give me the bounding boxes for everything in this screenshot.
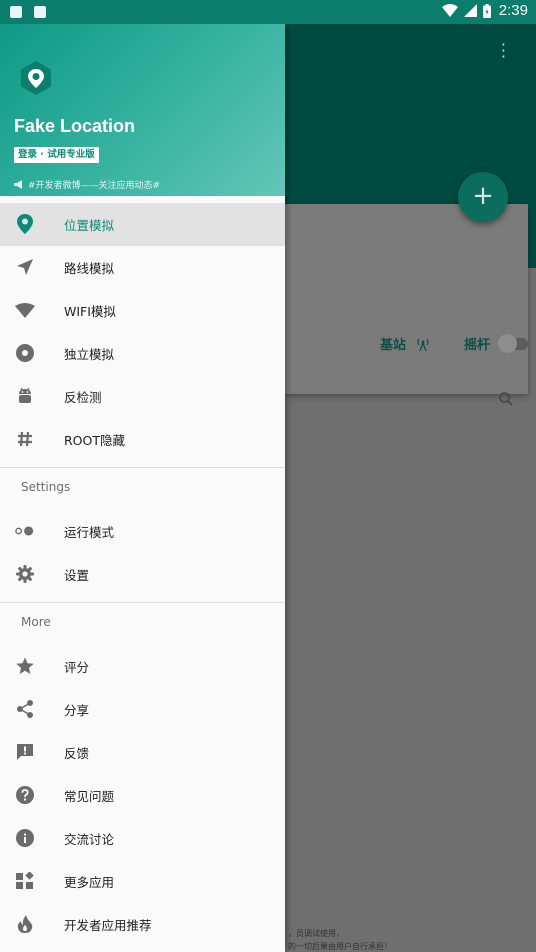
nav-item-label: 路线模拟	[64, 261, 115, 276]
android-icon	[15, 386, 35, 406]
nav-item-wifi-simulation[interactable]: WIFI模拟	[0, 289, 285, 332]
nav-item-label: 评分	[64, 660, 90, 675]
nav-item-label: WIFI模拟	[64, 304, 116, 319]
drawer-header: Fake Location 登录 · 试用专业版 #开发者微博——关注应用动态#	[0, 24, 285, 196]
feedback-icon	[15, 742, 35, 762]
nav-item-share[interactable]: 分享	[0, 688, 285, 731]
notification-icon	[10, 6, 22, 18]
nav-item-rate[interactable]: 评分	[0, 645, 285, 688]
nav-item-settings[interactable]: 设置	[0, 553, 285, 596]
nav-item-developer-apps[interactable]: 开发者应用推荐	[0, 903, 285, 946]
more-section-header: More	[21, 615, 51, 629]
location-pin-icon	[15, 214, 35, 234]
toggle-dots-icon	[15, 521, 35, 541]
nav-item-label: 运行模式	[64, 525, 115, 540]
nav-item-label: 分享	[64, 703, 90, 718]
gear-icon	[15, 564, 35, 584]
status-bar: 2:39	[0, 0, 536, 24]
nav-item-label: 开发者应用推荐	[64, 918, 152, 933]
flame-icon	[15, 914, 35, 934]
nav-item-label: 位置模拟	[64, 218, 115, 233]
navigation-drawer: Fake Location 登录 · 试用专业版 #开发者微博——关注应用动态#…	[0, 24, 285, 952]
nav-item-more-apps[interactable]: 更多应用	[0, 860, 285, 903]
megaphone-icon	[14, 180, 22, 189]
nav-item-discussion[interactable]: 交流讨论	[0, 817, 285, 860]
notification-a-icon	[34, 6, 46, 18]
widgets-icon	[15, 871, 35, 891]
nav-item-label: 交流讨论	[64, 832, 115, 847]
nav-item-independent-simulation[interactable]: 独立模拟	[0, 332, 285, 375]
joystick-toggle	[498, 333, 529, 353]
app-logo-icon[interactable]	[18, 60, 54, 96]
wifi-status-icon	[441, 4, 458, 17]
add-fab-button: +	[458, 172, 508, 222]
share-icon	[15, 699, 35, 719]
nav-item-location-simulation[interactable]: 位置模拟	[0, 203, 285, 246]
antenna-icon	[417, 338, 429, 351]
hash-icon	[15, 429, 35, 449]
nav-item-label: ROOT隐藏	[64, 433, 125, 448]
nav-item-label: 设置	[64, 568, 90, 583]
developer-weibo-link[interactable]: #开发者微博——关注应用动态#	[14, 178, 160, 191]
drawer-menu: 位置模拟 路线模拟 WIFI模拟 独立模拟 反检测 ROOT隐藏 Setting…	[0, 203, 285, 946]
search-icon	[499, 392, 513, 406]
nav-item-label: 更多应用	[64, 875, 115, 890]
login-badge[interactable]: 登录 · 试用专业版	[14, 147, 99, 163]
background-controls: 基站 摇杆	[380, 333, 529, 353]
nav-item-faq[interactable]: 常见问题	[0, 774, 285, 817]
app-name: Fake Location	[14, 116, 136, 136]
disc-icon	[15, 343, 35, 363]
disclaimer-text: ，员调试使用， 的一切后果由用户自行承担！	[288, 927, 392, 952]
nav-item-feedback[interactable]: 反馈	[0, 731, 285, 774]
basestation-label: 基站	[380, 338, 407, 353]
background-card	[285, 204, 528, 394]
info-icon	[15, 828, 35, 848]
nav-item-root-hide[interactable]: ROOT隐藏	[0, 418, 285, 461]
settings-section-header: Settings	[21, 480, 71, 494]
nav-item-label: 常见问题	[64, 789, 115, 804]
disclaimer-line-2: 的一切后果由用户自行承担！	[288, 942, 392, 951]
overflow-menu-icon: · · ·	[500, 35, 506, 66]
help-icon	[15, 785, 35, 805]
battery-icon	[482, 3, 491, 18]
signal-icon	[463, 4, 477, 17]
nav-item-anti-detection[interactable]: 反检测	[0, 375, 285, 418]
nav-item-label: 反检测	[64, 390, 102, 405]
status-time: 2:39	[498, 2, 528, 19]
nav-item-label: 独立模拟	[64, 347, 115, 362]
nav-item-run-mode[interactable]: 运行模式	[0, 510, 285, 553]
disclaimer-line-1: ，员调试使用，	[288, 929, 344, 938]
navigation-arrow-icon	[15, 257, 35, 277]
joystick-label: 摇杆	[464, 338, 491, 353]
nav-item-label: 反馈	[64, 746, 90, 761]
star-icon	[15, 656, 35, 676]
wifi-icon	[15, 300, 35, 320]
nav-item-route-simulation[interactable]: 路线模拟	[0, 246, 285, 289]
developer-tip-text: #开发者微博——关注应用动态#	[28, 181, 161, 191]
